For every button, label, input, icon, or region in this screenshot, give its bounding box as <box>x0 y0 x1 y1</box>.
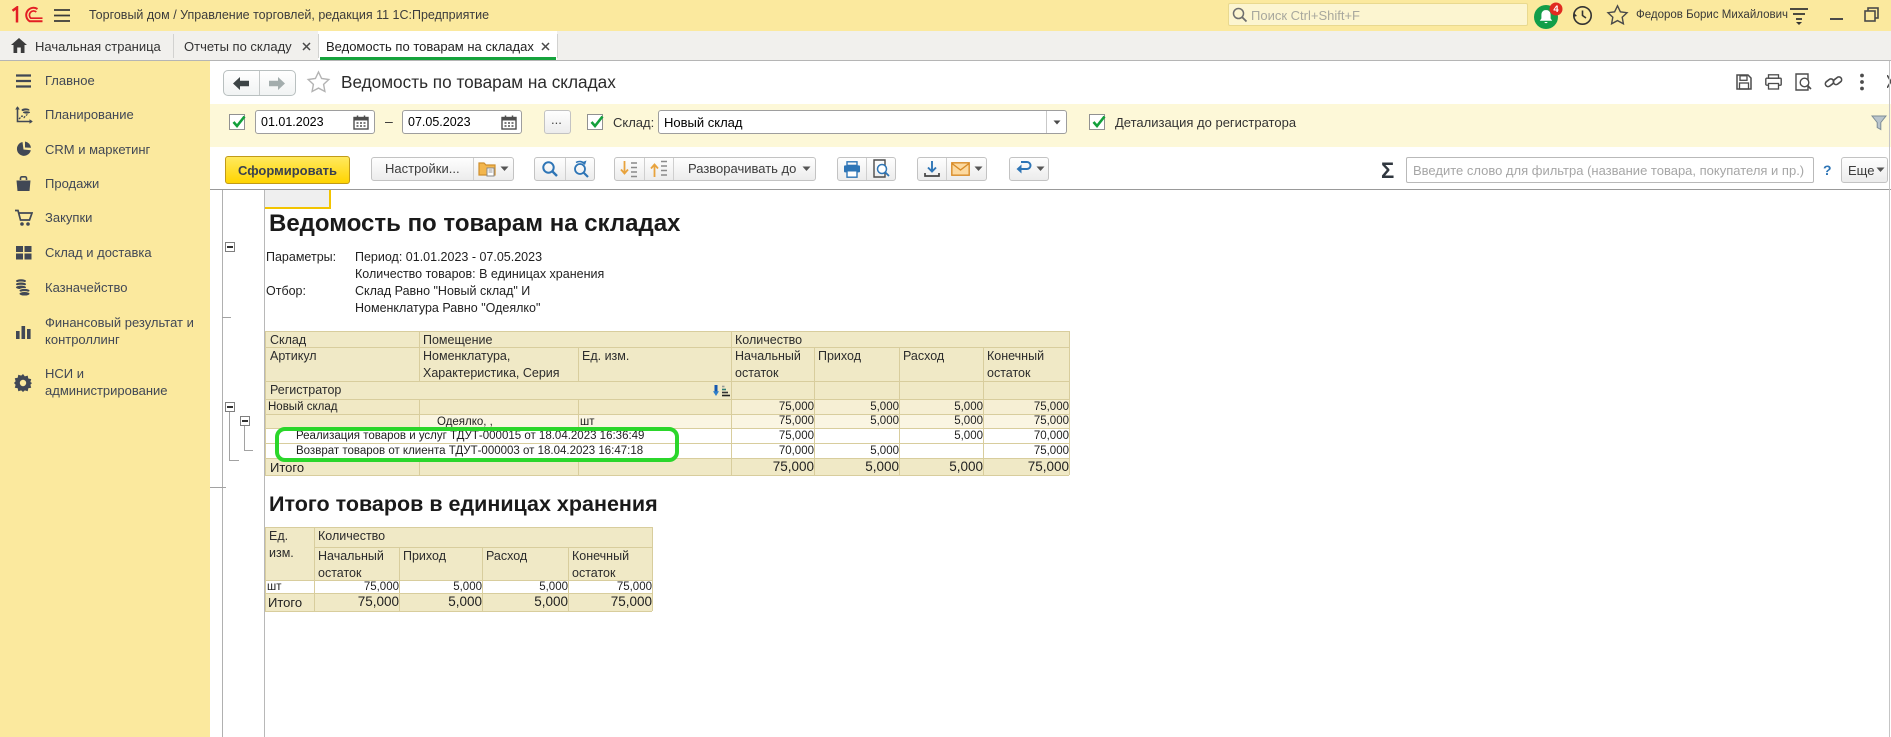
svg-text:4: 4 <box>1553 4 1559 15</box>
